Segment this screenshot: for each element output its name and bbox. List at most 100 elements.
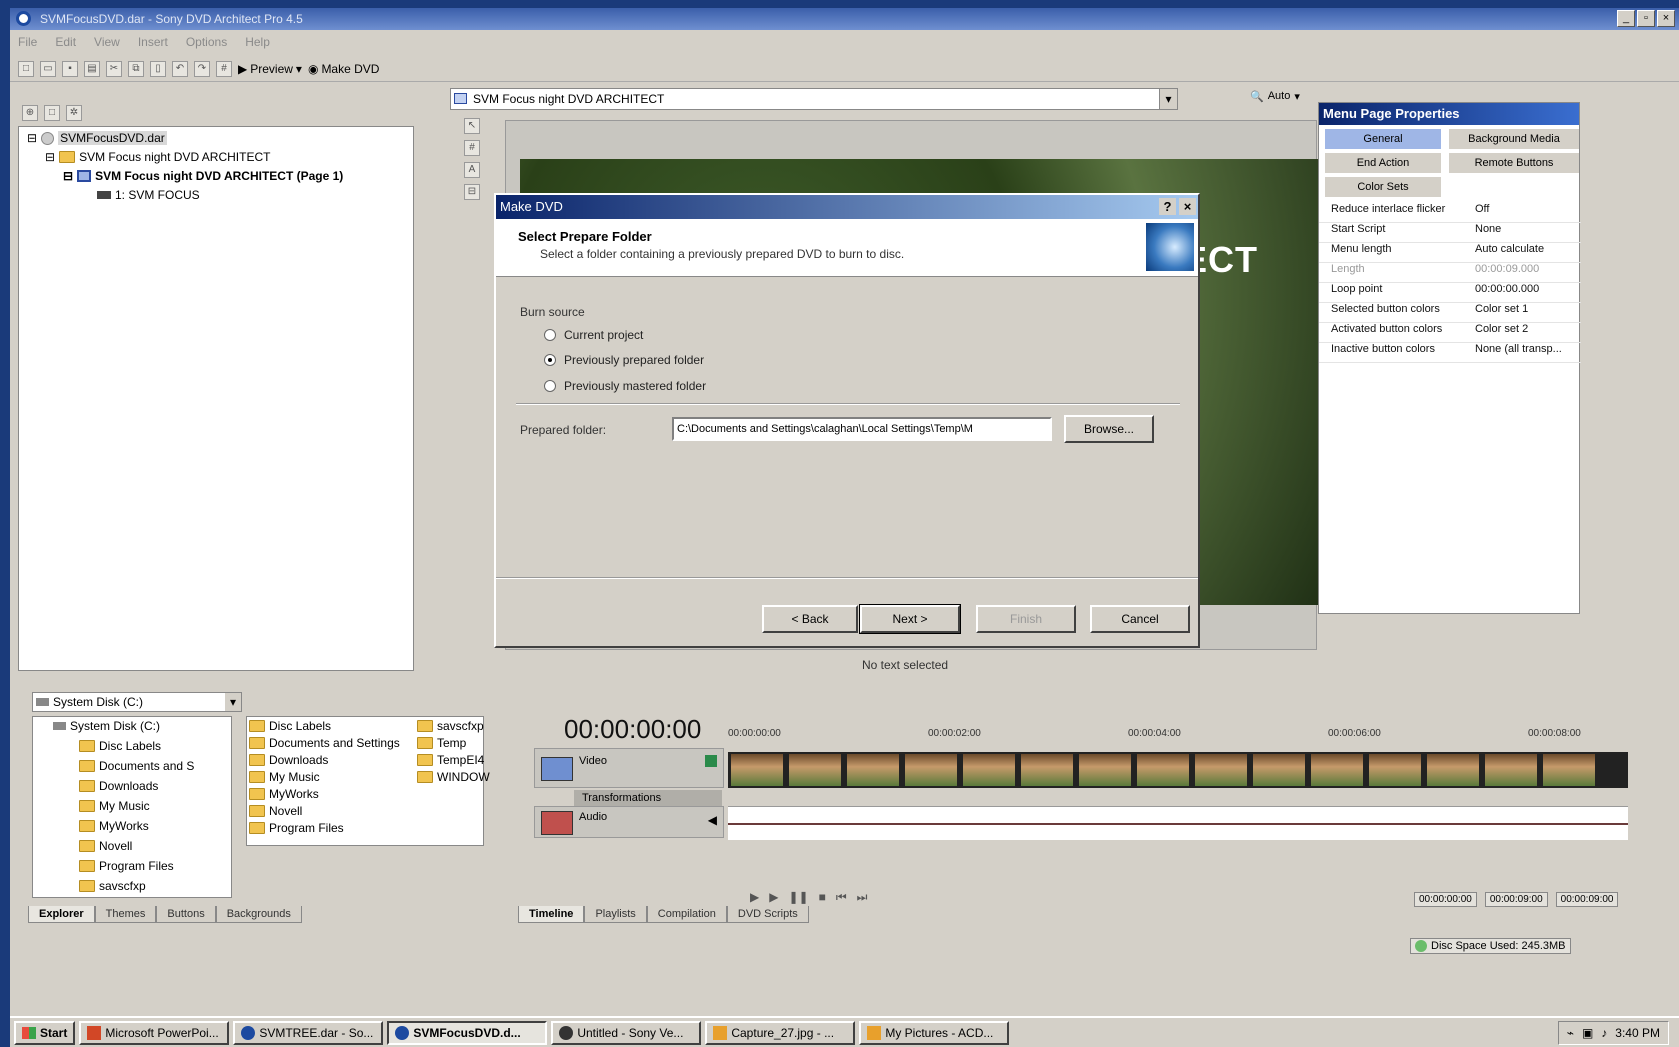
help-button[interactable]: ? bbox=[1159, 198, 1176, 215]
start-button[interactable]: Start bbox=[14, 1020, 76, 1045]
explorer-tree-item[interactable]: System Disk (C:) bbox=[53, 719, 160, 733]
transformations-lane[interactable]: Transformations bbox=[574, 790, 722, 806]
redo-icon[interactable]: ↷ bbox=[194, 60, 210, 77]
explorer-tree-item[interactable]: My Music bbox=[79, 799, 150, 813]
monitor-icon[interactable]: ▣ bbox=[1582, 1026, 1593, 1040]
network-icon[interactable]: ⌁ bbox=[1567, 1026, 1574, 1040]
tab-explorer[interactable]: Explorer bbox=[28, 906, 95, 923]
file-list-item[interactable]: WINDOW bbox=[417, 770, 490, 784]
volume-icon[interactable]: ♪ bbox=[1601, 1026, 1607, 1040]
file-list-item[interactable]: My Music bbox=[249, 770, 320, 784]
zoom-control[interactable]: 🔍 Auto ▾ bbox=[1250, 90, 1300, 103]
new-icon[interactable]: □ bbox=[18, 60, 34, 77]
go-to-end-icon[interactable]: ⏭ bbox=[857, 890, 868, 905]
explorer-drive-combo[interactable]: System Disk (C:) ▾ bbox=[32, 692, 242, 712]
open-icon[interactable]: ▭ bbox=[40, 60, 56, 77]
tab-general[interactable]: General bbox=[1325, 129, 1441, 149]
tree-item-main-menu[interactable]: ⊟ SVM Focus night DVD ARCHITECT bbox=[45, 150, 270, 164]
taskbar-item-capture[interactable]: Capture_27.jpg - ... bbox=[705, 1020, 856, 1045]
tab-color-sets[interactable]: Color Sets bbox=[1325, 177, 1441, 197]
video-track-header[interactable]: Video bbox=[534, 748, 724, 788]
file-list-item[interactable]: Novell bbox=[249, 804, 302, 818]
minimize-button[interactable]: _ bbox=[1617, 10, 1635, 27]
timeline-ruler[interactable]: 00:00:00:00 00:00:02:00 00:00:04:00 00:0… bbox=[728, 728, 1581, 748]
taskbar-item-my-pictures[interactable]: My Pictures - ACD... bbox=[859, 1020, 1010, 1045]
menu-view[interactable]: View bbox=[94, 32, 120, 52]
tab-playlists[interactable]: Playlists bbox=[584, 906, 647, 923]
menu-file[interactable]: File bbox=[18, 32, 37, 52]
file-list-item[interactable]: Downloads bbox=[249, 753, 328, 767]
play-icon[interactable]: ▶ bbox=[769, 890, 778, 905]
paste-icon[interactable]: ▯ bbox=[150, 60, 166, 77]
settings-icon[interactable]: ✲ bbox=[66, 105, 82, 121]
video-filmstrip[interactable] bbox=[728, 752, 1628, 788]
file-list-item[interactable]: Disc Labels bbox=[249, 719, 331, 733]
tab-backgrounds[interactable]: Backgrounds bbox=[215, 906, 302, 923]
taskbar-item-powerpoint[interactable]: Microsoft PowerPoi... bbox=[79, 1020, 230, 1045]
tab-timeline[interactable]: Timeline bbox=[518, 906, 585, 923]
file-list-item[interactable]: Documents and Settings bbox=[249, 736, 400, 750]
property-row[interactable]: Selected button colors Color set 1 bbox=[1319, 303, 1581, 323]
file-list-item[interactable]: MyWorks bbox=[249, 787, 319, 801]
audio-track-header[interactable]: Audio ◀ bbox=[534, 806, 724, 838]
cut-icon[interactable]: ✂ bbox=[106, 60, 122, 77]
undo-icon[interactable]: ↶ bbox=[172, 60, 188, 77]
browse-button[interactable]: Browse... bbox=[1064, 415, 1154, 443]
preview-button[interactable]: ▶ Preview ▾ bbox=[238, 62, 302, 76]
radio-current-project[interactable]: Current project bbox=[544, 328, 643, 342]
tab-background-media[interactable]: Background Media bbox=[1449, 129, 1579, 149]
explorer-tree-item[interactable]: Program Files bbox=[79, 859, 174, 873]
align-tool-icon[interactable]: ⊟ bbox=[464, 184, 480, 200]
menu-insert[interactable]: Insert bbox=[138, 32, 168, 52]
finish-button[interactable]: Finish bbox=[976, 605, 1076, 633]
grid-icon[interactable]: # bbox=[216, 60, 232, 77]
tab-themes[interactable]: Themes bbox=[94, 906, 157, 923]
chevron-down-icon[interactable]: ▾ bbox=[225, 693, 241, 711]
workspace-combo[interactable]: SVM Focus night DVD ARCHITECT ▾ bbox=[450, 88, 1178, 110]
explorer-tree-item[interactable]: Novell bbox=[79, 839, 132, 853]
file-list-item[interactable]: TempEI4 bbox=[417, 753, 484, 767]
grid-tool-icon[interactable]: # bbox=[464, 140, 480, 156]
property-row[interactable]: Inactive button colors None (all transp..… bbox=[1319, 343, 1581, 363]
square-icon[interactable]: □ bbox=[44, 105, 60, 121]
clock[interactable]: 3:40 PM bbox=[1615, 1026, 1660, 1040]
radio-previously-mastered[interactable]: Previously mastered folder bbox=[544, 379, 706, 393]
text-tool-icon[interactable]: A bbox=[464, 162, 480, 178]
chevron-down-icon[interactable]: ▾ bbox=[1159, 89, 1177, 109]
taskbar-item-svmfocus[interactable]: SVMFocusDVD.d... bbox=[387, 1020, 548, 1045]
back-button[interactable]: < Back bbox=[762, 605, 858, 633]
property-row[interactable]: Menu length Auto calculate bbox=[1319, 243, 1581, 263]
explorer-tree-item[interactable]: Disc Labels bbox=[79, 739, 161, 753]
speaker-icon[interactable]: ◀ bbox=[708, 813, 717, 827]
file-list-item[interactable]: savscfxp bbox=[417, 719, 484, 733]
copy-icon[interactable]: ⧉ bbox=[128, 60, 144, 77]
explorer-tree-item[interactable]: savscfxp bbox=[79, 879, 146, 893]
properties-icon[interactable]: ▤ bbox=[84, 60, 100, 77]
dialog-close-button[interactable]: × bbox=[1179, 198, 1196, 215]
explorer-tree-item[interactable]: MyWorks bbox=[79, 819, 149, 833]
explorer-tree-item[interactable]: Downloads bbox=[79, 779, 158, 793]
track-toggle-icon[interactable] bbox=[705, 755, 717, 767]
menu-help[interactable]: Help bbox=[245, 32, 270, 52]
tab-buttons[interactable]: Buttons bbox=[156, 906, 216, 923]
tree-item-page-1[interactable]: ⊟ SVM Focus night DVD ARCHITECT (Page 1) bbox=[63, 169, 343, 183]
tree-root[interactable]: ⊟ SVMFocusDVD.dar bbox=[27, 131, 167, 145]
cancel-button[interactable]: Cancel bbox=[1090, 605, 1190, 633]
make-dvd-button[interactable]: ◉ Make DVD bbox=[308, 62, 380, 76]
pause-icon[interactable]: ❚❚ bbox=[788, 890, 808, 905]
save-icon[interactable]: ▪ bbox=[62, 60, 78, 77]
menu-options[interactable]: Options bbox=[186, 32, 227, 52]
select-tool-icon[interactable]: ↖ bbox=[464, 118, 480, 134]
stop-icon[interactable]: ■ bbox=[819, 890, 826, 905]
property-row[interactable]: Length 00:00:09.000 bbox=[1319, 263, 1581, 283]
tab-end-action[interactable]: End Action bbox=[1325, 153, 1441, 173]
taskbar-item-vegas[interactable]: Untitled - Sony Ve... bbox=[551, 1020, 702, 1045]
property-row[interactable]: Start Script None bbox=[1319, 223, 1581, 243]
radio-previously-prepared[interactable]: Previously prepared folder bbox=[544, 353, 704, 367]
taskbar-item-svmtree[interactable]: SVMTREE.dar - So... bbox=[233, 1020, 384, 1045]
file-list-item[interactable]: Temp bbox=[417, 736, 466, 750]
tree-item-button[interactable]: 1: SVM FOCUS bbox=[97, 188, 200, 202]
maximize-button[interactable]: ▫ bbox=[1637, 10, 1655, 27]
next-button[interactable]: Next > bbox=[859, 604, 961, 634]
explorer-tree-item[interactable]: Documents and S bbox=[79, 759, 194, 773]
